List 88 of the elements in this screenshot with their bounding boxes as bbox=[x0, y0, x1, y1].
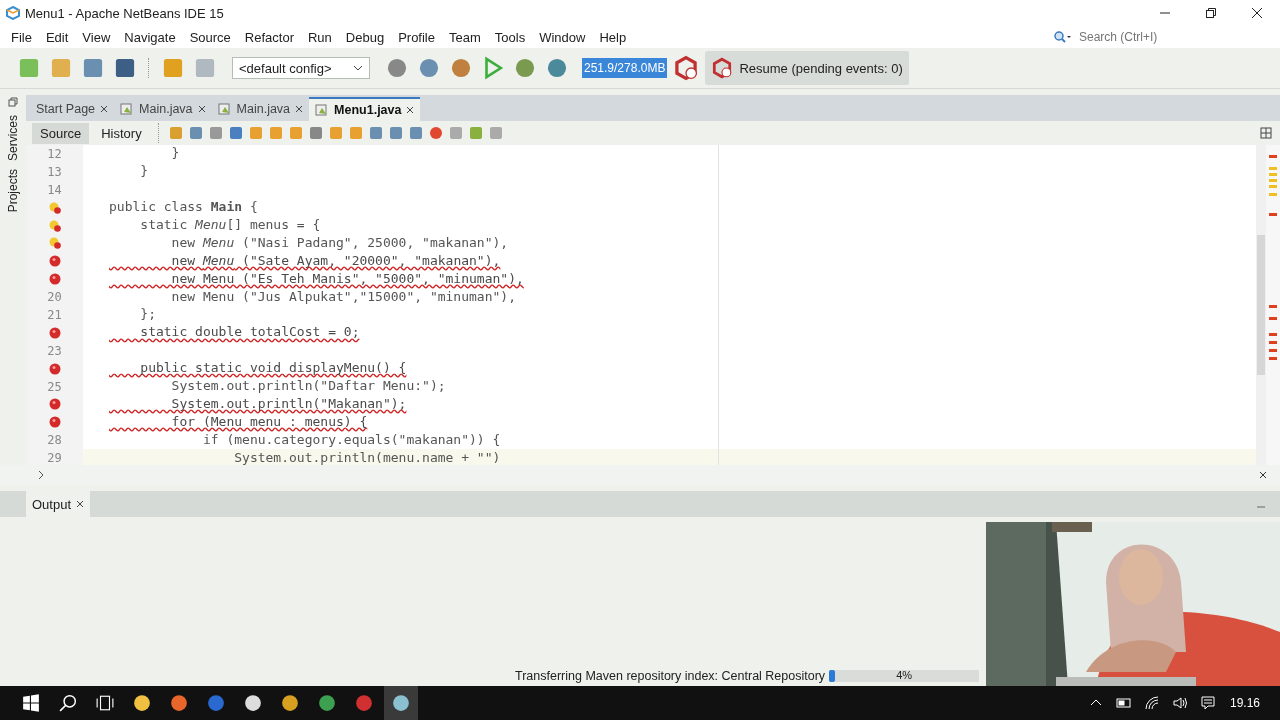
task-view-icon[interactable] bbox=[95, 694, 114, 712]
side-tab[interactable]: Projects bbox=[6, 169, 20, 213]
code-line: for (Menu menu : menus) { bbox=[170, 413, 368, 431]
code-line: public class Main { bbox=[109, 199, 258, 217]
line-number: 29 bbox=[47, 451, 62, 465]
menu-item[interactable]: Source bbox=[182, 29, 238, 45]
code-line: new Menu ("Nasi Padang", 25000, "makanan"), bbox=[170, 234, 509, 252]
line-number: 23 bbox=[47, 343, 62, 358]
close-icon[interactable] bbox=[1251, 7, 1263, 19]
menu-item[interactable]: Edit bbox=[38, 29, 76, 45]
code-line: }; bbox=[139, 306, 156, 324]
gc-icon[interactable] bbox=[673, 55, 700, 81]
editor-tab[interactable]: Main.java bbox=[211, 97, 310, 121]
scrollbar-thumb[interactable] bbox=[1257, 235, 1265, 375]
split-icon[interactable] bbox=[1258, 125, 1274, 141]
close-icon[interactable] bbox=[295, 105, 304, 113]
battery-icon[interactable] bbox=[1115, 695, 1132, 711]
clock[interactable]: 19.16 bbox=[1229, 696, 1260, 710]
menu-item[interactable]: Refactor bbox=[237, 29, 301, 45]
menu-item[interactable]: File bbox=[4, 29, 39, 45]
search-field[interactable]: Search (Ctrl+I) bbox=[1077, 29, 1261, 45]
code-line: new Menu ("Sate Ayam, "20000", "makanan"), bbox=[170, 252, 501, 270]
menu-item[interactable]: View bbox=[75, 29, 118, 45]
line-number: 28 bbox=[47, 433, 62, 448]
code-line: } bbox=[139, 163, 149, 181]
config-dropdown[interactable]: <default config> bbox=[232, 57, 370, 79]
restore-icon[interactable] bbox=[1205, 7, 1217, 19]
debugger-icon bbox=[711, 57, 734, 79]
wifi-icon[interactable] bbox=[1143, 695, 1160, 711]
error-marker-icon[interactable] bbox=[48, 273, 61, 286]
line-number: 12 bbox=[47, 146, 62, 161]
code-line: static Menu[] menus = { bbox=[139, 217, 321, 234]
warning-bulb-icon[interactable] bbox=[48, 237, 61, 250]
menu-item[interactable]: Debug bbox=[338, 29, 392, 45]
line-number: 20 bbox=[47, 290, 62, 305]
code-line: } bbox=[170, 145, 180, 163]
volume-icon[interactable] bbox=[1171, 695, 1188, 711]
error-marker-icon[interactable] bbox=[48, 326, 61, 339]
menu-item[interactable]: Run bbox=[300, 29, 339, 45]
resume-button[interactable]: Resume (pending events: 0) bbox=[705, 51, 909, 85]
menu-item[interactable]: Profile bbox=[391, 29, 442, 45]
notification-icon[interactable] bbox=[1199, 695, 1216, 711]
caret-icon bbox=[353, 65, 363, 71]
search-icon[interactable] bbox=[58, 694, 77, 712]
start-icon[interactable] bbox=[21, 694, 40, 712]
restore-window-icon[interactable] bbox=[8, 97, 18, 107]
editor-tab[interactable]: Menu1.java bbox=[309, 97, 421, 121]
code-line: new Menu ("Jus Alpukat","15000", "minuman"), bbox=[170, 288, 516, 306]
error-marker-icon[interactable] bbox=[48, 255, 61, 268]
window-title: Menu1 - Apache NetBeans IDE 15 bbox=[25, 5, 224, 21]
menu-item[interactable]: Window bbox=[532, 29, 593, 45]
close-icon[interactable] bbox=[100, 105, 109, 113]
close-icon[interactable] bbox=[76, 500, 85, 508]
close-icon[interactable] bbox=[1258, 470, 1268, 480]
line-number: 14 bbox=[47, 182, 62, 197]
editor-tab[interactable]: Start Page bbox=[30, 97, 115, 121]
code-line: System.out.println("Makanan"); bbox=[170, 395, 407, 413]
menu-item[interactable]: Team bbox=[442, 29, 488, 45]
view-tab[interactable]: History bbox=[93, 122, 150, 144]
line-number: 21 bbox=[47, 307, 62, 322]
line-number: 13 bbox=[47, 164, 62, 179]
warning-bulb-icon[interactable] bbox=[48, 219, 61, 232]
code-line: System.out.println("Daftar Menu:"); bbox=[170, 378, 446, 395]
warning-bulb-icon[interactable] bbox=[48, 201, 61, 214]
close-icon[interactable] bbox=[406, 106, 415, 114]
menu-item[interactable]: Navigate bbox=[117, 29, 183, 45]
output-tab[interactable]: Output bbox=[26, 491, 91, 517]
error-marker-icon[interactable] bbox=[48, 416, 61, 429]
code-line: new Menu ("Es Teh Manis", "5000", "minuman"), bbox=[170, 270, 524, 288]
error-marker-icon[interactable] bbox=[48, 362, 61, 375]
close-icon[interactable] bbox=[197, 105, 206, 113]
memory-meter[interactable]: 251.9/278.0MB bbox=[582, 58, 668, 78]
error-marker-icon[interactable] bbox=[48, 398, 61, 411]
record-icon[interactable] bbox=[354, 694, 373, 712]
side-tab[interactable]: Services bbox=[6, 115, 20, 161]
code-line: static double totalCost = 0; bbox=[139, 324, 360, 342]
line-number: 25 bbox=[47, 379, 62, 394]
status-text: Transferring Maven repository index: Central Repository bbox=[515, 669, 826, 683]
editor-tab[interactable]: Main.java bbox=[114, 97, 212, 121]
code-line: public static void displayMenu() { bbox=[139, 360, 407, 378]
chevron-icon[interactable] bbox=[36, 470, 46, 480]
view-tab[interactable]: Source bbox=[32, 122, 90, 144]
menu-item[interactable]: Tools bbox=[487, 29, 533, 45]
record-icon[interactable] bbox=[427, 125, 444, 141]
code-line: if (menu.category.equals("makanan")) { bbox=[201, 431, 501, 449]
menu-item[interactable]: Help bbox=[592, 29, 634, 45]
progress-percent: 4% bbox=[895, 669, 914, 681]
code-line: System.out.println(menu.name + "") bbox=[233, 449, 501, 465]
